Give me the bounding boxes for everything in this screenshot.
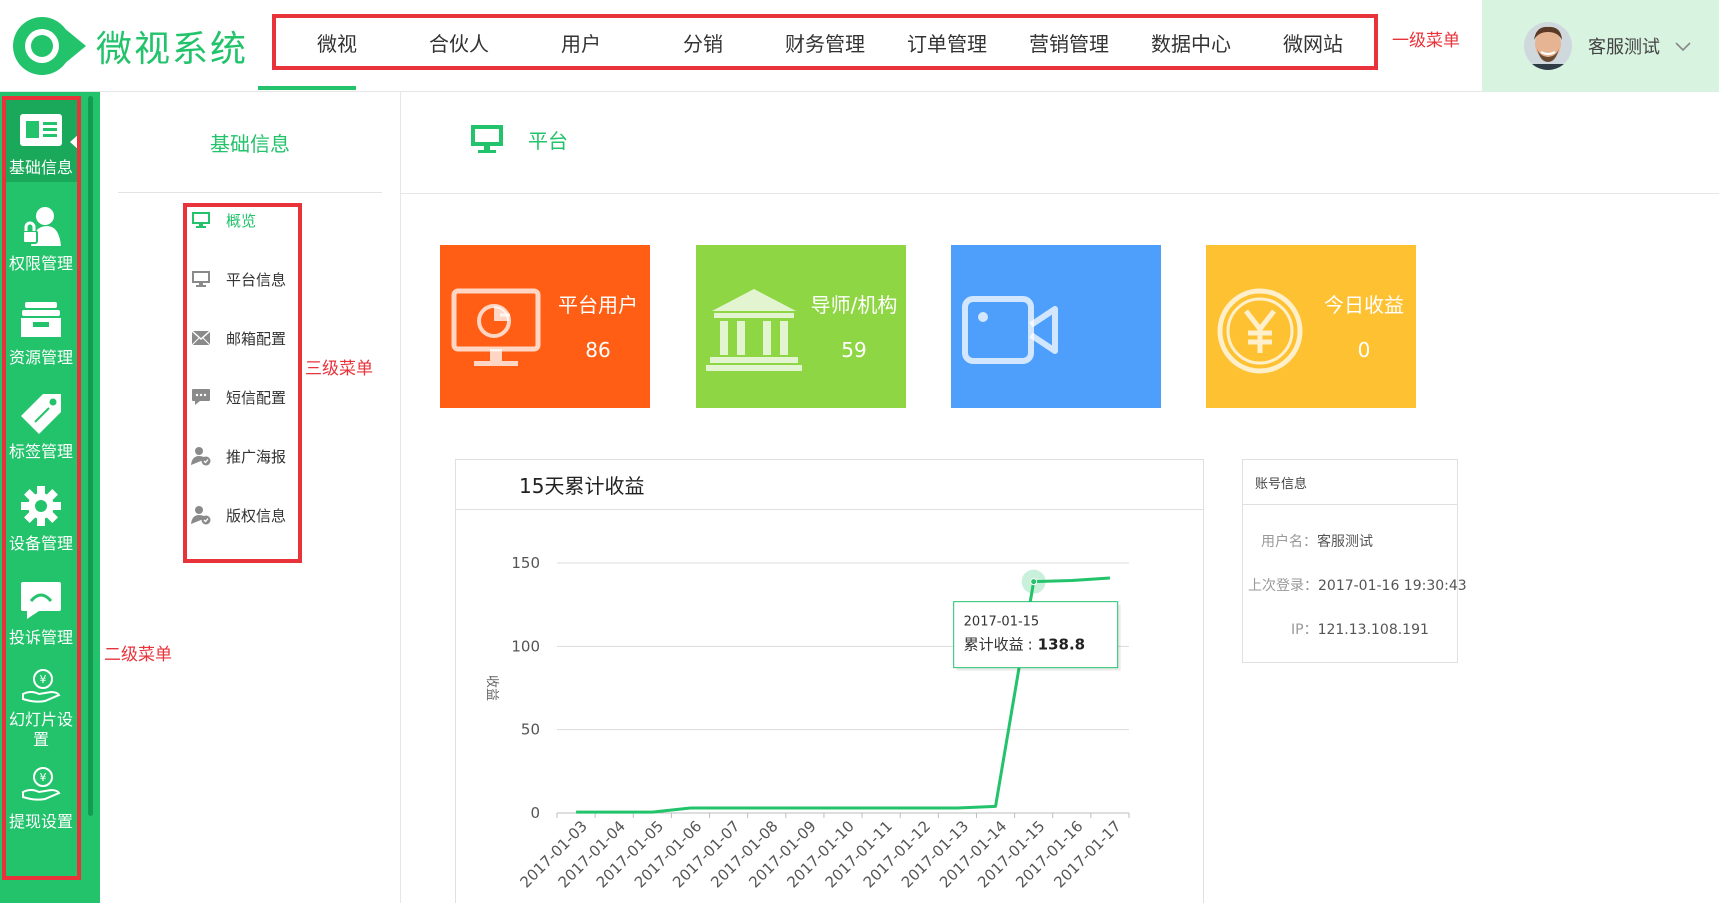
tooltip-value: 138.8: [1038, 636, 1085, 654]
page-heading: 平台: [470, 124, 568, 154]
tooltip-box: [953, 601, 1119, 669]
top-menu-item[interactable]: 营销管理: [1008, 28, 1130, 57]
top-menu: 微视 合伙人 用户 分销 财务管理 订单管理 营销管理 数据中心 微网站: [272, 14, 1378, 70]
account-info-title: 账号信息: [1243, 460, 1457, 505]
account-info-panel: 账号信息 用户名：客服测试 上次登录：2017-01-16 19:30:43 I…: [1242, 459, 1467, 663]
stat-label: 平台用户: [558, 293, 638, 317]
monitor-icon: [471, 125, 503, 153]
level3-menu-highlight-frame: [183, 203, 302, 563]
y-tick-label: 50: [521, 721, 540, 739]
avatar[interactable]: [1524, 22, 1572, 70]
tooltip-series-label: 累计收益: [964, 636, 1024, 654]
tooltip-separator: :: [1028, 636, 1033, 654]
stat-card[interactable]: 平台用户 86: [440, 245, 650, 408]
page-title: 平台: [528, 128, 568, 153]
user-menu[interactable]: 客服测试: [1482, 0, 1719, 92]
avatar-image: [1524, 22, 1572, 70]
account-ip-row: IP：121.13.108.191: [1291, 619, 1429, 639]
monitor-pie-icon: [448, 285, 548, 375]
account-last-login-value: 2017-01-16 19:30:43: [1318, 578, 1467, 594]
yen-coin-icon: [1214, 285, 1314, 375]
level2-menu-annotation: 二级菜单: [104, 645, 172, 665]
brand-name: 微视系统: [96, 29, 249, 70]
user-name: 客服测试: [1588, 37, 1660, 58]
tooltip-date: 2017-01-15: [964, 615, 1040, 630]
top-menu-item[interactable]: 财务管理: [764, 28, 886, 57]
top-menu-item[interactable]: 订单管理: [886, 28, 1008, 57]
y-axis-label: 收益: [484, 675, 499, 701]
level3-menu-annotation: 三级菜单: [305, 359, 373, 379]
stat-label: 今日收益: [1324, 293, 1404, 317]
page-heading-divider: [401, 193, 1719, 194]
chart-title: 15天累计收益: [456, 460, 1203, 510]
y-tick-label: 0: [530, 804, 540, 822]
top-menu-item[interactable]: 用户: [520, 28, 642, 57]
account-username-label: 用户名：: [1261, 534, 1317, 550]
account-username-row: 用户名：客服测试: [1261, 531, 1373, 551]
stat-card[interactable]: 今日收益 0: [1206, 245, 1416, 408]
y-tick-label: 100: [511, 637, 540, 655]
stat-card[interactable]: [951, 245, 1161, 408]
top-menu-item[interactable]: 微网站: [1252, 28, 1374, 57]
account-username-value: 客服测试: [1317, 534, 1373, 550]
stat-value: 59: [841, 338, 867, 362]
stat-value: 0: [1357, 338, 1371, 362]
subnav-title: 基础信息: [210, 132, 290, 156]
top-menu-active-indicator: [258, 86, 356, 90]
level1-menu-annotation: 一级菜单: [1392, 31, 1460, 51]
top-menu-item[interactable]: 数据中心: [1130, 28, 1252, 57]
app-root: 微视系统 微视 合伙人 用户 分销 财务管理 订单管理 营销管理 数据中心 微网站 一级菜单 客…: [0, 0, 1719, 903]
stat-value: 86: [585, 338, 611, 362]
level2-menu-highlight-frame: [2, 96, 81, 880]
account-ip-value: 121.13.108.191: [1317, 622, 1429, 638]
top-menu-item[interactable]: 微视: [276, 28, 398, 57]
revenue-chart-panel: 15天累计收益 0 50 100 150 2017-01-03 2017-01-04 201…: [455, 459, 1204, 903]
logo-icon: [13, 17, 86, 75]
sidebar-scrollbar[interactable]: [88, 96, 93, 816]
brand-logo[interactable]: 微视系统: [8, 10, 248, 82]
y-tick-label: 150: [511, 554, 540, 572]
top-menu-item[interactable]: 合伙人: [398, 28, 520, 57]
revenue-line-chart: 0501001502017-01-032017-01-042017-01-052…: [484, 554, 1130, 891]
account-ip-label: IP：: [1291, 622, 1318, 638]
chevron-down-icon[interactable]: [1674, 37, 1692, 55]
top-menu-item[interactable]: 分销: [642, 28, 764, 57]
stat-label: 导师/机构: [810, 293, 898, 317]
content-divider: [400, 92, 401, 903]
video-camera-icon: [959, 285, 1059, 375]
top-header: 微视系统 微视 合伙人 用户 分销 财务管理 订单管理 营销管理 数据中心 微网站 一级菜单 客…: [0, 0, 1719, 92]
account-last-login-label: 上次登录：: [1248, 578, 1318, 594]
hover-point: [1030, 578, 1038, 586]
account-last-login-row: 上次登录：2017-01-16 19:30:43: [1248, 575, 1467, 595]
institution-icon: [704, 285, 804, 375]
stat-card[interactable]: 导师/机构 59: [696, 245, 906, 408]
subnav-divider: [118, 192, 382, 193]
